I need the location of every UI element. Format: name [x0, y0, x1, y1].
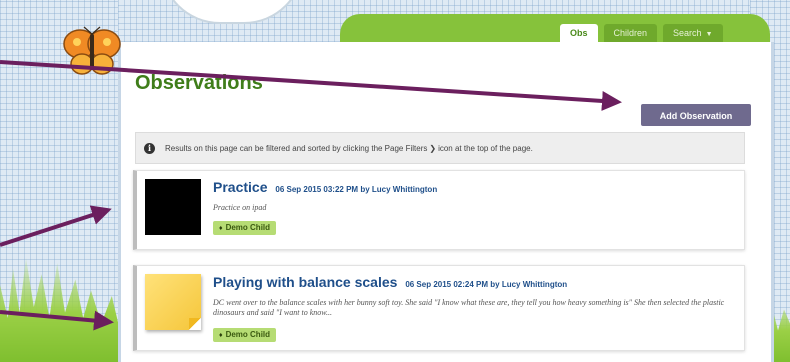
info-text-before: Results on this page can be filtered and…	[165, 143, 428, 153]
child-tag[interactable]: ♦ Demo Child	[213, 221, 277, 235]
observation-title-line: Practice 06 Sep 2015 03:22 PM by Lucy Wh…	[213, 179, 437, 195]
observation-title[interactable]: Playing with balance scales	[213, 274, 397, 290]
top-nav: Obs Children Search ▼	[560, 24, 723, 42]
page-title: Observations	[135, 72, 263, 94]
info-text-after: icon at the top of the page.	[438, 143, 533, 153]
pin-icon: ♦	[219, 225, 223, 232]
observation-card[interactable]: Practice 06 Sep 2015 03:22 PM by Lucy Wh…	[133, 170, 745, 250]
observation-title[interactable]: Practice	[213, 179, 267, 195]
observation-date: 06 Sep 2015 03:22 PM by	[275, 185, 370, 194]
observation-card[interactable]: Playing with balance scales 06 Sep 2015 …	[133, 265, 745, 351]
observation-meta: 06 Sep 2015 02:24 PM by Lucy Whittington	[405, 280, 567, 289]
tab-children[interactable]: Children	[603, 24, 658, 42]
tab-children-label: Children	[613, 28, 648, 38]
info-bar: i Results on this page can be filtered a…	[135, 132, 745, 164]
chevron-down-icon: ❯	[429, 143, 437, 153]
observation-title-line: Playing with balance scales 06 Sep 2015 …	[213, 274, 567, 290]
observation-author[interactable]: Lucy Whittington	[502, 280, 567, 289]
caret-down-icon: ▼	[705, 31, 713, 38]
observation-description: Practice on ipad	[213, 203, 267, 212]
child-tag-label: Demo Child	[225, 330, 271, 339]
info-icon: i	[144, 142, 155, 154]
add-observation-button[interactable]: Add Observation	[641, 104, 751, 126]
tab-obs-label: Obs	[570, 28, 588, 38]
observation-meta: 06 Sep 2015 03:22 PM by Lucy Whittington	[275, 185, 437, 194]
tab-search-label: Search	[673, 28, 702, 38]
sticky-note-icon[interactable]	[145, 274, 201, 330]
child-tag[interactable]: ♦ Demo Child	[213, 328, 277, 342]
butterfly-logo	[63, 26, 121, 75]
tab-search[interactable]: Search ▼	[663, 24, 723, 42]
observation-description: DC went over to the balance scales with …	[213, 298, 725, 317]
observation-thumbnail[interactable]	[145, 179, 201, 235]
main-content: Observations Add Observation i Results o…	[118, 42, 774, 362]
child-tag-label: Demo Child	[225, 223, 271, 232]
pin-icon: ♦	[219, 332, 223, 339]
observation-date: 06 Sep 2015 02:24 PM by	[405, 280, 500, 289]
observation-author[interactable]: Lucy Whittington	[372, 185, 437, 194]
tab-obs[interactable]: Obs	[560, 24, 598, 42]
